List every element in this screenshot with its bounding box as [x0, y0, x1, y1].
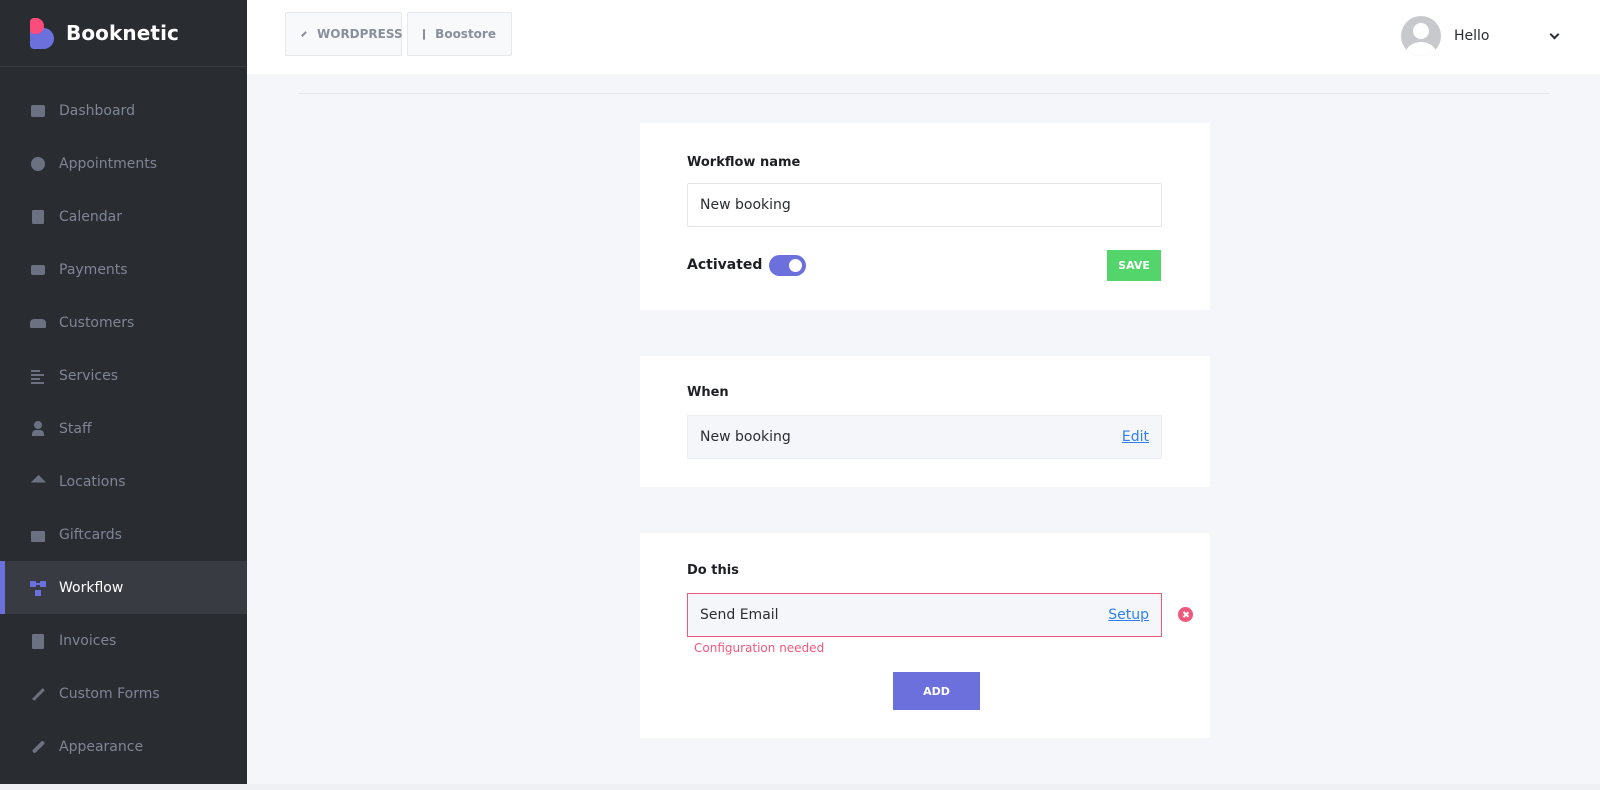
sidebar-item-label: Custom Forms: [59, 685, 160, 702]
sidebar-item-staff[interactable]: Staff: [0, 402, 247, 455]
avatar: [1401, 16, 1441, 56]
trigger-event: New booking: [700, 429, 791, 445]
when-title: When: [687, 385, 729, 400]
sidebar-item-locations[interactable]: Locations: [0, 455, 247, 508]
save-button[interactable]: SAVE: [1107, 250, 1161, 281]
sidebar-item-giftcards[interactable]: Giftcards: [0, 508, 247, 561]
do-this-title: Do this: [687, 563, 739, 578]
workflow-name-label: Workflow name: [687, 155, 801, 170]
chevron-left-icon: [301, 31, 307, 37]
setup-action-link[interactable]: Setup: [1108, 607, 1149, 623]
calendar-icon: [30, 209, 46, 225]
sidebar-item-label: Locations: [59, 473, 126, 490]
user-greeting: Hello: [1454, 28, 1490, 44]
gift-icon: [30, 527, 46, 543]
workflow-settings-card: Workflow name Activated SAVE: [640, 123, 1210, 310]
when-card: When New booking Edit: [640, 356, 1210, 487]
sidebar-item-services[interactable]: Services: [0, 349, 247, 402]
trigger-row: New booking Edit: [687, 415, 1162, 459]
brush-icon: [30, 739, 46, 755]
sidebar-item-label: Appearance: [59, 738, 144, 755]
sidebar-item-payments[interactable]: Payments: [0, 243, 247, 296]
puzzle-icon: [423, 28, 426, 40]
sidebar-item-label: Services: [59, 367, 119, 384]
wordpress-label: WORDPRESS: [317, 27, 403, 41]
activated-label: Activated: [687, 257, 763, 273]
magic-wand-icon: [30, 686, 46, 702]
action-row: Send Email Setup: [687, 593, 1162, 637]
user-icon: [30, 420, 46, 437]
sidebar-item-label: Payments: [59, 261, 128, 278]
workflow-icon: [30, 580, 46, 596]
brand[interactable]: Booknetic: [0, 0, 247, 67]
sidebar-item-dashboard[interactable]: Dashboard: [0, 84, 247, 137]
user-menu[interactable]: Hello: [1401, 14, 1560, 58]
sidebar-item-label: Giftcards: [59, 526, 122, 543]
wallet-icon: [30, 262, 46, 278]
sidebar-item-invoices[interactable]: Invoices: [0, 614, 247, 667]
sidebar-item-label: Appointments: [59, 155, 158, 172]
top-bar: WORDPRESS Boostore Hello: [247, 0, 1600, 74]
cube-icon: [30, 103, 46, 119]
sidebar-item-customers[interactable]: Customers: [0, 296, 247, 349]
chevron-down-icon: [1549, 29, 1560, 39]
file-icon: [30, 633, 46, 649]
horizontal-scrollbar[interactable]: [0, 784, 1600, 790]
location-arrow-icon: [30, 474, 46, 490]
sidebar-item-appointments[interactable]: Appointments: [0, 137, 247, 190]
boostore-button[interactable]: Boostore: [407, 12, 512, 56]
list-icon: [30, 368, 46, 384]
edit-trigger-link[interactable]: Edit: [1122, 429, 1149, 445]
wordpress-back-button[interactable]: WORDPRESS: [285, 12, 403, 56]
clock-icon: [30, 156, 46, 172]
workflow-name-input[interactable]: [687, 183, 1162, 227]
boostore-label: Boostore: [435, 27, 496, 41]
activated-toggle[interactable]: [769, 255, 806, 276]
sidebar-item-custom-forms[interactable]: Custom Forms: [0, 667, 247, 720]
users-icon: [30, 315, 46, 331]
sidebar-item-appearance[interactable]: Appearance: [0, 720, 247, 773]
sidebar-item-calendar[interactable]: Calendar: [0, 190, 247, 243]
sidebar-item-label: Staff: [59, 420, 92, 437]
do-this-card: Do this Send Email Setup Configuration n…: [640, 533, 1210, 738]
remove-action-icon[interactable]: [1178, 607, 1193, 622]
add-action-button[interactable]: ADD: [893, 672, 980, 710]
divider: [299, 93, 1549, 94]
sidebar-nav: Dashboard Appointments Calendar Payments…: [0, 67, 247, 773]
brand-name: Booknetic: [66, 21, 179, 45]
sidebar-item-label: Calendar: [59, 208, 122, 225]
action-name: Send Email: [700, 607, 779, 623]
sidebar-item-workflow[interactable]: Workflow: [0, 561, 247, 614]
sidebar-item-label: Dashboard: [59, 102, 135, 119]
booknetic-logo: [30, 17, 54, 49]
configuration-error: Configuration needed: [694, 641, 825, 655]
sidebar-item-label: Customers: [59, 314, 135, 331]
sidebar: Booknetic Dashboard Appointments Calenda…: [0, 0, 247, 784]
sidebar-item-label: Invoices: [59, 632, 117, 649]
sidebar-item-label: Workflow: [59, 579, 124, 596]
